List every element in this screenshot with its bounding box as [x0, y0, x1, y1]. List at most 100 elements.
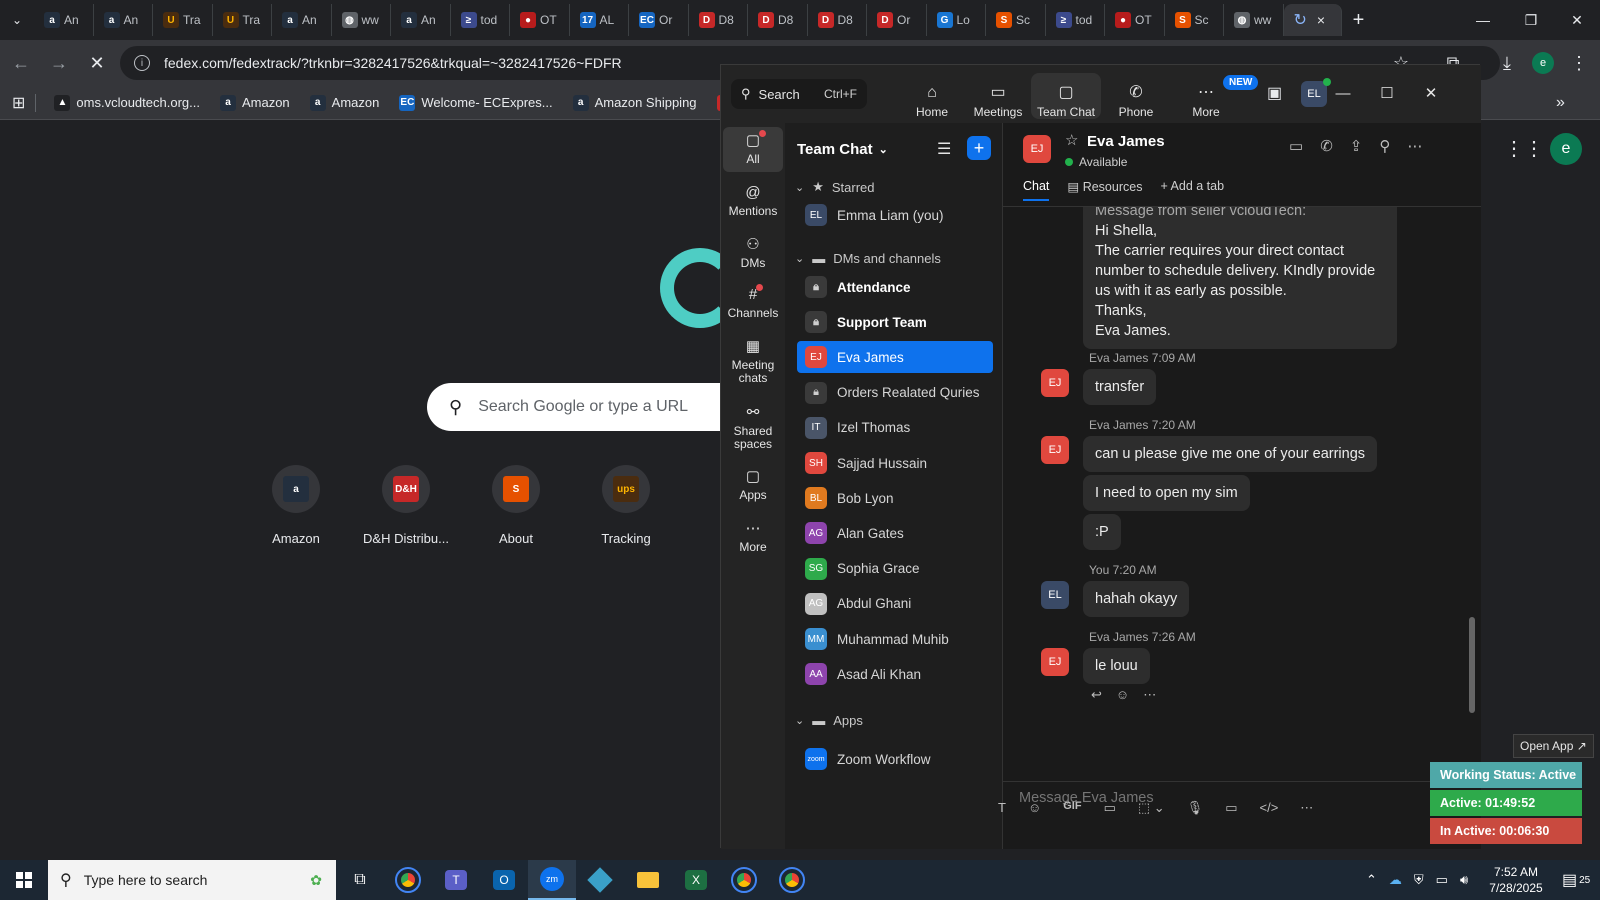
shortcut-tile[interactable]: S About: [460, 465, 572, 546]
chat-list-item[interactable]: EL Emma Liam (you): [797, 199, 993, 231]
browser-tab[interactable]: ● OT: [1105, 4, 1165, 36]
chat-list-item[interactable]: BL Bob Lyon: [797, 482, 993, 514]
browser-tab[interactable]: a An: [34, 4, 94, 36]
close-window-button[interactable]: ✕: [1554, 0, 1600, 40]
rail-shared-spaces[interactable]: ⚯ Shared spaces: [723, 399, 783, 457]
browser-tab[interactable]: S Sc: [1165, 4, 1224, 36]
nav-home[interactable]: ⌂ Home: [897, 73, 967, 120]
message-avatar[interactable]: EL: [1041, 581, 1069, 609]
site-info-icon[interactable]: i: [134, 55, 150, 71]
apps-section-header[interactable]: ⌄ ▬ Apps: [795, 713, 863, 728]
emoji-icon[interactable]: ☺: [1028, 800, 1041, 816]
zoom-taskbar-icon[interactable]: zm: [528, 860, 576, 900]
calendar-icon[interactable]: ▣: [1267, 83, 1282, 103]
message-bubble[interactable]: Message from seller vcloudTech: Hi Shell…: [1083, 207, 1397, 349]
zoom-search-button[interactable]: ⚲ Search Ctrl+F: [731, 79, 867, 109]
video-message-icon[interactable]: ▭: [1225, 800, 1237, 816]
network-icon[interactable]: ▭: [1436, 872, 1448, 888]
file-explorer-icon[interactable]: [624, 860, 672, 900]
chat-list-item[interactable]: SH Sajjad Hussain: [797, 447, 993, 479]
shortcut-tile[interactable]: a Amazon: [240, 465, 352, 546]
browser-tab[interactable]: ≥ tod: [1046, 4, 1105, 36]
browser-tab[interactable]: D D8: [808, 4, 867, 36]
browser-tab[interactable]: 17 AL: [570, 4, 629, 36]
message-avatar[interactable]: EJ: [1041, 648, 1069, 676]
chat-list-item[interactable]: MM Muhammad Muhib: [797, 623, 993, 655]
message-bubble[interactable]: can u please give me one of your earring…: [1083, 436, 1378, 472]
google-account-avatar[interactable]: e: [1550, 133, 1582, 165]
outlook-icon[interactable]: O: [480, 860, 528, 900]
code-icon[interactable]: </>: [1259, 800, 1278, 816]
stop-loading-button[interactable]: ✕: [80, 46, 114, 80]
file-icon[interactable]: ▭: [1104, 800, 1116, 816]
team-chat-header[interactable]: Team Chat ⌄: [797, 141, 888, 158]
zoom-maximize-button[interactable]: ☐: [1373, 79, 1401, 107]
bookmark-item[interactable]: ▲ oms.vcloudtech.org...: [46, 90, 208, 116]
browser-tab[interactable]: D D8: [689, 4, 748, 36]
browser-tab[interactable]: ◍ ww: [332, 4, 391, 36]
rail-all[interactable]: ▢ All: [723, 127, 783, 172]
message-bubble[interactable]: transfer: [1083, 369, 1157, 405]
more-actions-icon[interactable]: ⋯: [1143, 687, 1156, 703]
excel-icon[interactable]: X: [672, 860, 720, 900]
rail-meeting-chats[interactable]: ▦ Meeting chats: [723, 333, 783, 391]
profile-button[interactable]: e: [1526, 46, 1560, 80]
browser-tab[interactable]: U Tra: [213, 4, 272, 36]
user-avatar[interactable]: EL: [1301, 81, 1327, 107]
url-text[interactable]: fedex.com/fedextrack/?trknbr=3282417526&…: [164, 55, 622, 71]
reply-icon[interactable]: ↩: [1091, 687, 1102, 703]
tab-chat[interactable]: Chat: [1023, 179, 1050, 201]
back-button[interactable]: ←: [4, 46, 38, 80]
forward-button[interactable]: →: [42, 46, 76, 80]
chat-list-item[interactable]: 🔒︎ Support Team: [797, 306, 993, 338]
apps-grid-icon[interactable]: ⊞: [12, 93, 25, 113]
chrome-taskbar-icon[interactable]: [384, 860, 432, 900]
starred-section-header[interactable]: ⌄ ★ Starred: [795, 179, 875, 195]
volume-icon[interactable]: 🔊︎: [1460, 872, 1468, 888]
message-bubble[interactable]: :P: [1083, 514, 1121, 550]
rail-more[interactable]: ⋯ More: [723, 515, 783, 560]
taskbar-search[interactable]: ⚲ Type here to search ✿: [48, 860, 336, 900]
rail-mentions[interactable]: @ Mentions: [723, 179, 783, 224]
browser-tab[interactable]: U Tra: [153, 4, 213, 36]
chat-scrollbar[interactable]: [1469, 617, 1475, 713]
chrome-profile-2-icon[interactable]: [768, 860, 816, 900]
message-bubble[interactable]: I need to open my sim: [1083, 475, 1250, 511]
browser-tab[interactable]: S Sc: [986, 4, 1046, 36]
star-icon[interactable]: ☆: [1065, 131, 1078, 149]
tab-add[interactable]: + Add a tab: [1160, 179, 1224, 201]
shortcut-tile[interactable]: ups Tracking: [570, 465, 682, 546]
bookmark-item[interactable]: EC Welcome- ECExpres...: [391, 90, 560, 116]
restore-window-button[interactable]: ❐: [1508, 0, 1554, 40]
new-tab-button[interactable]: +: [1342, 9, 1376, 32]
chrome-menu-icon[interactable]: ⋮: [1562, 46, 1596, 80]
bookmarks-overflow-icon[interactable]: »: [1556, 94, 1565, 112]
browser-tab[interactable]: ◍ ww: [1224, 4, 1284, 36]
app-diamond-icon[interactable]: [576, 860, 624, 900]
microphone-icon[interactable]: 🎙︎: [1187, 800, 1204, 816]
start-button[interactable]: [0, 860, 48, 900]
taskbar-clock[interactable]: 7:52 AM 7/28/2025: [1476, 864, 1556, 896]
shortcut-tile[interactable]: D&H D&H Distribu...: [350, 465, 462, 546]
screenshot-icon[interactable]: ⬚ ⌄: [1138, 800, 1165, 816]
search-icon[interactable]: ⚲: [1379, 137, 1390, 155]
browser-tab[interactable]: a An: [272, 4, 332, 36]
contact-name[interactable]: Eva James: [1087, 133, 1165, 150]
tab-search-button[interactable]: ⌄: [0, 5, 34, 35]
chrome-profile-icon[interactable]: [720, 860, 768, 900]
teams-icon[interactable]: T: [432, 860, 480, 900]
chat-list-item[interactable]: zoom Zoom Workflow: [797, 743, 993, 775]
chat-list-item[interactable]: AA Asad Ali Khan: [797, 658, 993, 690]
chat-list-item[interactable]: AG Abdul Ghani: [797, 588, 993, 620]
zoom-minimize-button[interactable]: —: [1329, 79, 1357, 107]
video-call-icon[interactable]: ▭: [1289, 137, 1303, 155]
task-view-icon[interactable]: ⧉: [336, 860, 384, 900]
browser-tab[interactable]: G Lo: [927, 4, 986, 36]
minimize-window-button[interactable]: —: [1460, 0, 1506, 40]
browser-tab[interactable]: EC Or: [629, 4, 689, 36]
format-text-icon[interactable]: T: [998, 800, 1006, 816]
gif-icon[interactable]: GIF: [1063, 800, 1081, 816]
active-tab[interactable]: ↻ ×: [1283, 4, 1342, 36]
browser-tab[interactable]: D D8: [748, 4, 808, 36]
onedrive-icon[interactable]: ☁: [1389, 872, 1402, 888]
